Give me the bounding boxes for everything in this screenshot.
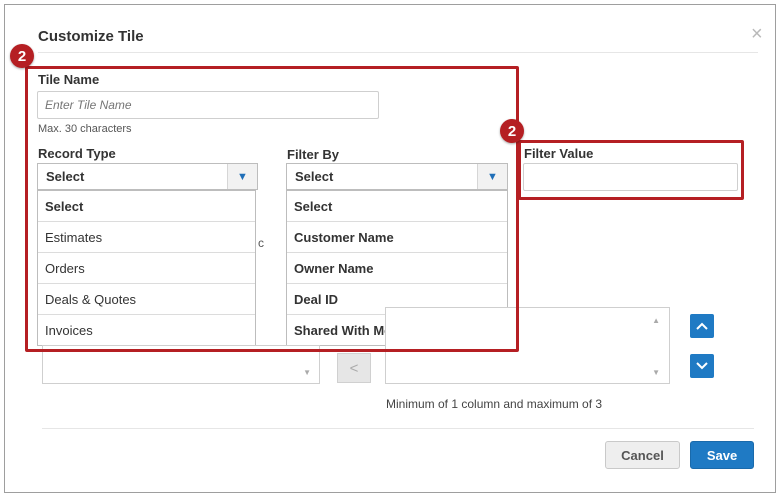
footer-divider bbox=[42, 428, 754, 429]
annotation-highlight-box bbox=[25, 66, 519, 352]
scroll-down-icon[interactable]: ▼ bbox=[652, 368, 660, 377]
cancel-button[interactable]: Cancel bbox=[605, 441, 680, 469]
annotation-badge: 2 bbox=[500, 119, 524, 143]
move-down-button[interactable] bbox=[690, 354, 714, 378]
columns-hint: Minimum of 1 column and maximum of 3 bbox=[386, 397, 603, 411]
annotation-badge: 2 bbox=[10, 44, 34, 68]
chevron-down-icon bbox=[696, 362, 708, 370]
close-icon[interactable]: × bbox=[751, 24, 763, 44]
save-button[interactable]: Save bbox=[690, 441, 754, 469]
chevron-up-icon bbox=[696, 322, 708, 330]
move-up-button[interactable] bbox=[690, 314, 714, 338]
move-left-button[interactable]: < bbox=[337, 353, 371, 383]
annotation-highlight-box bbox=[518, 140, 744, 200]
header-divider bbox=[38, 52, 758, 53]
dialog-title: Customize Tile bbox=[38, 28, 144, 45]
chevron-left-icon: < bbox=[349, 359, 359, 377]
scroll-down-icon[interactable]: ▼ bbox=[303, 368, 311, 377]
scroll-up-icon[interactable]: ▲ bbox=[652, 316, 660, 325]
